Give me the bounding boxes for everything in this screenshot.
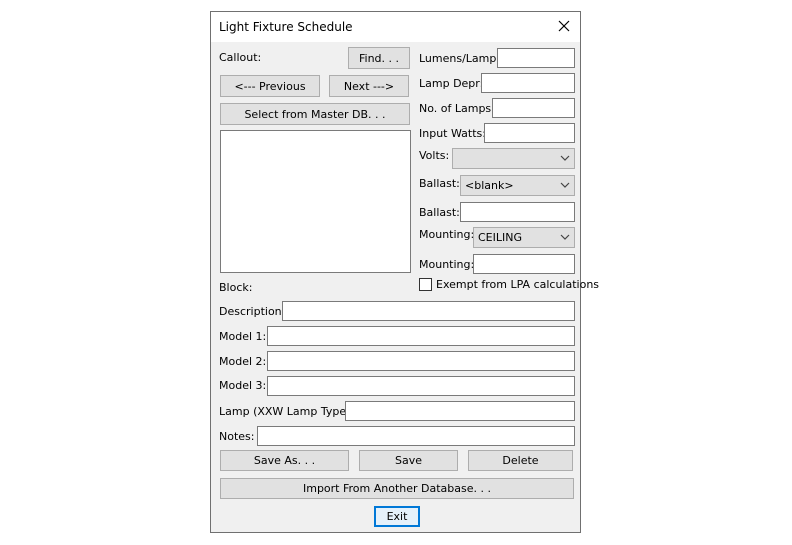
mounting-text-label: Mounting:: [419, 258, 475, 271]
description-field[interactable]: [282, 301, 575, 321]
volts-label: Volts:: [419, 149, 450, 162]
mounting-value: CEILING: [478, 231, 522, 244]
callout-label: Callout:: [219, 51, 262, 64]
model3-label: Model 3:: [219, 379, 267, 392]
lamp-type-label: Lamp (XXW Lamp Type):: [219, 405, 355, 418]
ballast-combo[interactable]: <blank>: [460, 175, 575, 196]
input-watts-field[interactable]: [484, 123, 575, 143]
notes-field[interactable]: [257, 426, 575, 446]
light-fixture-schedule-dialog: Light Fixture Schedule Callout: Find. . …: [210, 11, 599, 533]
ballast-field[interactable]: [460, 202, 575, 222]
close-button[interactable]: [554, 16, 574, 36]
model2-field[interactable]: [267, 351, 575, 371]
title-bar: Light Fixture Schedule: [211, 12, 580, 42]
close-icon: [558, 20, 570, 32]
window-title: Light Fixture Schedule: [219, 20, 353, 34]
save-as-button[interactable]: Save As. . .: [220, 450, 349, 471]
no-of-lamps-label: No. of Lamps:: [419, 102, 495, 115]
chevron-down-icon: [560, 234, 570, 240]
exit-button[interactable]: Exit: [374, 506, 420, 527]
model2-label: Model 2:: [219, 355, 267, 368]
no-of-lamps-field[interactable]: [492, 98, 575, 118]
exempt-label: Exempt from LPA calculations: [436, 278, 600, 291]
find-button[interactable]: Find. . .: [348, 47, 410, 69]
chevron-down-icon: [560, 182, 570, 188]
import-from-database-button[interactable]: Import From Another Database. . .: [220, 478, 574, 499]
block-label: Block:: [219, 281, 253, 294]
notes-label: Notes:: [219, 430, 255, 443]
lamp-depr-label: Lamp Depr:: [419, 77, 484, 90]
lamp-type-field[interactable]: [345, 401, 575, 421]
ballast-value: <blank>: [465, 179, 514, 192]
chevron-down-icon: [560, 155, 570, 161]
input-watts-label: Input Watts:: [419, 127, 486, 140]
mounting-field[interactable]: [473, 254, 575, 274]
exempt-checkbox[interactable]: [419, 278, 432, 291]
next-button[interactable]: Next --->: [329, 75, 409, 97]
model3-field[interactable]: [267, 376, 575, 396]
mounting-combo[interactable]: CEILING: [473, 227, 575, 248]
volts-combo[interactable]: [452, 148, 575, 169]
description-label: Description:: [219, 305, 286, 318]
model1-label: Model 1:: [219, 330, 267, 343]
select-from-master-db-button[interactable]: Select from Master DB. . .: [220, 103, 410, 125]
delete-button[interactable]: Delete: [468, 450, 573, 471]
lumens-lamp-field[interactable]: [497, 48, 575, 68]
previous-button[interactable]: <--- Previous: [220, 75, 320, 97]
save-button[interactable]: Save: [359, 450, 458, 471]
ballast-text-label: Ballast:: [419, 206, 460, 219]
callout-listbox[interactable]: [220, 130, 411, 273]
ballast-label: Ballast:: [419, 177, 460, 190]
lumens-lamp-label: Lumens/Lamp:: [419, 52, 501, 65]
model1-field[interactable]: [267, 326, 575, 346]
mounting-label: Mounting:: [419, 228, 475, 241]
lamp-depr-field[interactable]: [481, 73, 575, 93]
